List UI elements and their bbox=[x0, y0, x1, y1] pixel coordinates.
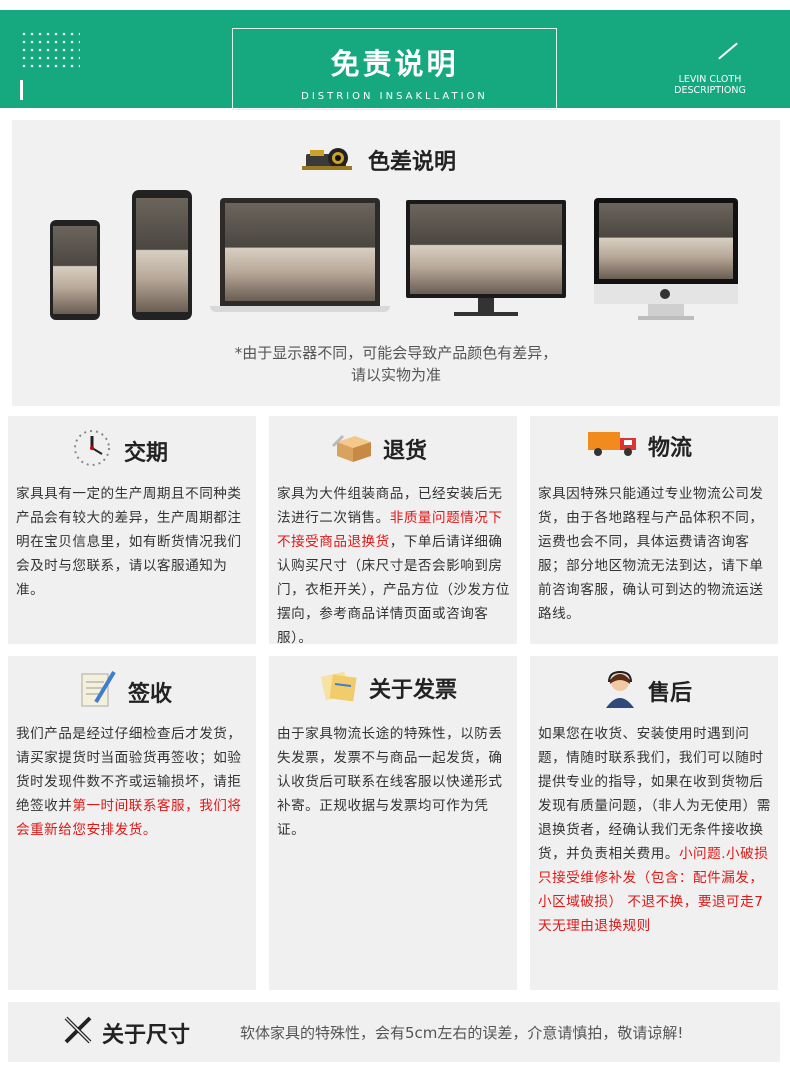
aftersale-heading: 售后 bbox=[600, 668, 692, 714]
page-subtitle: DISTRION INSAKLLATION bbox=[301, 91, 488, 102]
note-line-2: 请以实物为准 bbox=[350, 366, 441, 384]
parcel-box-icon bbox=[331, 428, 375, 470]
bar-decoration bbox=[20, 80, 23, 100]
note-line-1: *由于显示器不同，可能会导致产品颜色有差异， bbox=[234, 344, 558, 362]
aftersale-title: 售后 bbox=[648, 681, 693, 706]
sign-title: 签收 bbox=[128, 682, 173, 707]
returns-text: 家具为大件组装商品，已经安装后无法进行二次销售。非质量问题情况下不接受商品退换货… bbox=[277, 482, 511, 650]
caption-line-2: DESCRIPTIONG bbox=[674, 85, 746, 96]
logistics-card: 物流 家具因特殊只能通过专业物流公司发货，由于各地路程与产品体积不同，运费也会不… bbox=[530, 416, 778, 644]
color-difference-panel: 色差说明 *由于显示器不同，可能会导致产品颜色有差异， 请以实物为准 bbox=[12, 120, 780, 406]
logistics-text: 家具因特殊只能通过专业物流公司发货，由于各地路程与产品体积不同，运费也会不同，具… bbox=[538, 486, 764, 622]
title-box: 免责说明 DISTRION INSAKLLATION bbox=[232, 28, 557, 110]
invoice-text: 由于家具物流长途的特殊性，以防丢失发票，发票不与商品一起发货，确认收货后可联系在… bbox=[277, 726, 503, 838]
aftersale-card: 售后 如果您在收货、安装使用时遇到问题，情随时联系我们，我们可以随时提供专业的指… bbox=[530, 656, 778, 990]
dot-grid-decoration bbox=[20, 30, 80, 70]
aftersale-text: 如果您在收货、安装使用时遇到问题，情随时联系我们，我们可以随时提供专业的指导，如… bbox=[538, 722, 772, 938]
size-heading: 关于尺寸 bbox=[62, 1014, 190, 1052]
sign-text: 我们产品是经过仔细检查后才发货，请买家提货时当面验货再签收；如验货时发现件数不齐… bbox=[16, 722, 250, 842]
delivery-text: 家具具有一定的生产周期且不同种类产品会有较大的差异，生产周期都注明在宝贝信息里，… bbox=[16, 486, 242, 598]
invoice-heading: 关于发票 bbox=[319, 668, 457, 708]
delivery-card: 交期 家具具有一定的生产周期且不同种类产品会有较大的差异，生产周期都注明在宝贝信… bbox=[8, 416, 256, 644]
scroll-quill-icon bbox=[74, 668, 120, 716]
logistics-heading: 物流 bbox=[586, 428, 692, 464]
clock-icon bbox=[68, 428, 116, 474]
monitor-image bbox=[406, 200, 566, 324]
header-english-caption: LEVIN CLOTH DESCRIPTIONG bbox=[650, 74, 770, 96]
returns-heading: 退货 bbox=[331, 428, 427, 470]
aftersale-text-part-1: 如果您在收货、安装使用时遇到问题，情随时联系我们，我们可以随时提供专业的指导，如… bbox=[538, 726, 771, 862]
ruler-pencil-cross-icon bbox=[62, 1014, 94, 1052]
truck-icon bbox=[586, 428, 640, 464]
phone-small-image bbox=[50, 220, 100, 320]
imac-image bbox=[594, 198, 738, 324]
logistics-title: 物流 bbox=[648, 436, 693, 461]
size-note: 软体家具的特殊性，会有5cm左右的误差，介意请慎拍，敬请谅解! bbox=[240, 1024, 684, 1042]
invoice-title: 关于发票 bbox=[369, 678, 458, 703]
phone-large-image bbox=[132, 190, 192, 320]
returns-text-part-2: ，下单后请详细确认购买尺寸（床尺寸是否会影响到房门，衣柜开关），产品方位（沙发方… bbox=[277, 534, 510, 646]
device-display-row bbox=[12, 186, 780, 326]
delivery-title: 交期 bbox=[124, 441, 169, 466]
laptop-image bbox=[210, 198, 390, 322]
customer-service-agent-icon bbox=[600, 668, 640, 714]
camera-icon bbox=[302, 142, 360, 178]
invoice-card: 关于发票 由于家具物流长途的特殊性，以防丢失发票，发票不与商品一起发货，确认收货… bbox=[269, 656, 517, 990]
slash-decoration bbox=[718, 42, 738, 60]
header-banner: 免责说明 DISTRION INSAKLLATION LEVIN CLOTH D… bbox=[0, 10, 790, 110]
sign-card: 签收 我们产品是经过仔细检查后才发货，请买家提货时当面验货再签收；如验货时发现件… bbox=[8, 656, 256, 990]
sign-heading: 签收 bbox=[74, 668, 172, 716]
color-difference-note: *由于显示器不同，可能会导致产品颜色有差异， 请以实物为准 bbox=[12, 342, 780, 386]
color-difference-title: 色差说明 bbox=[368, 150, 457, 175]
caption-line-1: LEVIN CLOTH bbox=[678, 74, 742, 85]
size-title: 关于尺寸 bbox=[102, 1023, 191, 1048]
page-title: 免责说明 bbox=[330, 47, 459, 81]
returns-card: 退货 家具为大件组装商品，已经安装后无法进行二次销售。非质量问题情况下不接受商品… bbox=[269, 416, 517, 646]
returns-title: 退货 bbox=[383, 439, 428, 464]
delivery-heading: 交期 bbox=[68, 428, 168, 474]
color-difference-heading: 色差说明 bbox=[302, 142, 456, 178]
size-strip: 关于尺寸 软体家具的特殊性，会有5cm左右的误差，介意请慎拍，敬请谅解! bbox=[8, 1002, 780, 1062]
invoice-papers-icon bbox=[319, 668, 361, 708]
apple-logo-icon bbox=[660, 289, 670, 299]
